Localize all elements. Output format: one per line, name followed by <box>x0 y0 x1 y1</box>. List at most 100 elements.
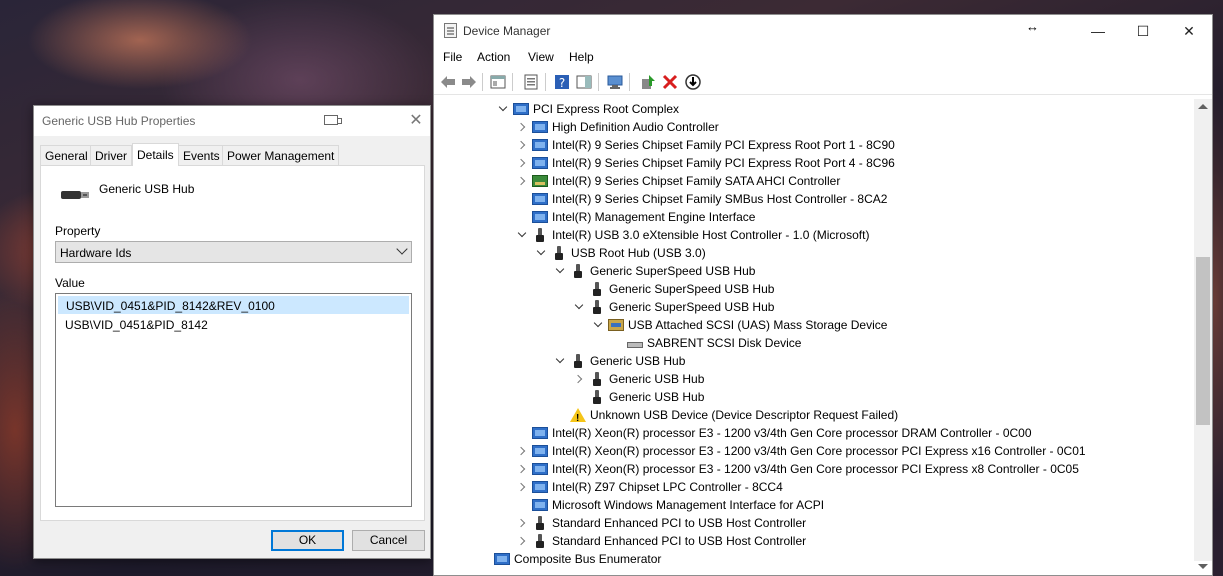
chevron-right-icon[interactable] <box>518 442 528 460</box>
svg-text:?: ? <box>559 76 565 90</box>
scan-hardware-icon[interactable] <box>606 73 624 91</box>
chevron-right-icon[interactable] <box>518 478 528 496</box>
chevron-right-icon[interactable] <box>518 118 528 136</box>
resize-cursor-icon: ↔ <box>1026 19 1039 34</box>
tree-node[interactable]: Standard Enhanced PCI to USB Host Contro… <box>434 532 1194 550</box>
chevron-down-icon[interactable] <box>537 244 547 262</box>
usb-icon <box>570 354 586 368</box>
chevron-right-icon[interactable] <box>518 460 528 478</box>
chevron-right-icon[interactable] <box>518 172 528 190</box>
expander-placeholder <box>518 496 528 514</box>
tree-node[interactable]: Generic USB Hub <box>434 388 1194 406</box>
chevron-down-icon[interactable] <box>556 262 566 280</box>
warning-icon <box>570 408 586 428</box>
tree-node-label: USB Attached SCSI (UAS) Mass Storage Dev… <box>628 318 888 332</box>
tree-node-label: Intel(R) 9 Series Chipset Family PCI Exp… <box>552 156 895 170</box>
tree-node[interactable]: Intel(R) 9 Series Chipset Family PCI Exp… <box>434 154 1194 172</box>
chevron-down-icon[interactable] <box>499 100 509 118</box>
tree-node[interactable]: High Definition Audio Controller <box>434 118 1194 136</box>
toolbar-separator <box>629 73 630 91</box>
pci-icon <box>532 121 548 133</box>
tree-node[interactable]: Generic USB Hub <box>434 370 1194 388</box>
back-arrow-icon[interactable] <box>439 73 457 91</box>
dm-titlebar[interactable]: Device Manager ↔ — ☐ ✕ <box>434 15 1212 47</box>
pci-icon <box>532 193 548 205</box>
dialog-close-button[interactable]: ✕ <box>406 112 426 130</box>
properties-icon[interactable] <box>522 73 540 91</box>
cancel-button[interactable]: Cancel <box>352 530 425 551</box>
tree-node[interactable]: Intel(R) 9 Series Chipset Family SMBus H… <box>434 190 1194 208</box>
tree-node[interactable]: Composite Bus Enumerator <box>434 550 1194 568</box>
help-icon[interactable]: ? <box>553 73 571 91</box>
toolbar-separator <box>545 73 546 91</box>
tree-node[interactable]: Unknown USB Device (Device Descriptor Re… <box>434 406 1194 428</box>
dialog-titlebar[interactable]: Generic USB Hub Properties ✕ <box>34 106 430 136</box>
scroll-up-icon[interactable] <box>1198 104 1208 109</box>
maximize-button[interactable]: ☐ <box>1128 21 1158 41</box>
tab-driver[interactable]: Driver <box>90 145 132 165</box>
update-driver-icon[interactable] <box>639 73 657 91</box>
property-dropdown[interactable]: Hardware Ids <box>55 241 412 263</box>
tab-details[interactable]: Details <box>132 143 179 166</box>
tree-node-label: Intel(R) Z97 Chipset LPC Controller - 8C… <box>552 480 783 494</box>
tree-node[interactable]: Generic USB Hub <box>434 352 1194 370</box>
tab-general[interactable]: General <box>40 145 93 165</box>
tab-events[interactable]: Events <box>178 145 225 165</box>
chevron-right-icon[interactable] <box>518 136 528 154</box>
menu-view[interactable]: View <box>528 50 554 64</box>
tree-node-label: Generic USB Hub <box>609 390 705 404</box>
chevron-down-icon[interactable] <box>518 226 528 244</box>
tree-node[interactable]: Intel(R) Z97 Chipset LPC Controller - 8C… <box>434 478 1194 496</box>
tree-node[interactable]: Standard Enhanced PCI to USB Host Contro… <box>434 514 1194 532</box>
tree-node[interactable]: Intel(R) Management Engine Interface <box>434 208 1194 226</box>
console-tree-icon[interactable] <box>489 73 507 91</box>
scroll-thumb[interactable] <box>1196 257 1210 425</box>
menu-help[interactable]: Help <box>569 50 594 64</box>
action-pane-icon[interactable] <box>575 73 593 91</box>
tree-node-label: Intel(R) Xeon(R) processor E3 - 1200 v3/… <box>552 462 1079 476</box>
tree-node[interactable]: Intel(R) 9 Series Chipset Family SATA AH… <box>434 172 1194 190</box>
scsi-icon <box>608 319 624 331</box>
expander-placeholder <box>480 550 490 568</box>
chevron-right-icon[interactable] <box>575 370 585 388</box>
ok-button[interactable]: OK <box>271 530 344 551</box>
chevron-right-icon[interactable] <box>518 514 528 532</box>
tree-node[interactable]: SABRENT SCSI Disk Device <box>434 334 1194 352</box>
tree-node[interactable]: Intel(R) USB 3.0 eXtensible Host Control… <box>434 226 1194 244</box>
tree-node[interactable]: PCI Express Root Complex <box>434 100 1194 118</box>
scroll-down-icon[interactable] <box>1198 564 1208 569</box>
restore-icon[interactable] <box>324 115 342 125</box>
chevron-down-icon[interactable] <box>556 352 566 370</box>
tree-node[interactable]: Intel(R) Xeon(R) processor E3 - 1200 v3/… <box>434 460 1194 478</box>
chevron-right-icon[interactable] <box>518 154 528 172</box>
value-row[interactable]: USB\VID_0451&PID_8142 <box>58 316 409 334</box>
usb-icon <box>589 390 605 404</box>
tree-node[interactable]: USB Attached SCSI (UAS) Mass Storage Dev… <box>434 316 1194 334</box>
disk-icon <box>627 342 643 348</box>
tree-node[interactable]: Intel(R) Xeon(R) processor E3 - 1200 v3/… <box>434 442 1194 460</box>
tree-node[interactable]: Generic SuperSpeed USB Hub <box>434 298 1194 316</box>
tree-node[interactable]: Intel(R) 9 Series Chipset Family PCI Exp… <box>434 136 1194 154</box>
value-list[interactable]: USB\VID_0451&PID_8142&REV_0100 USB\VID_0… <box>55 293 412 507</box>
disable-device-icon[interactable] <box>684 73 702 91</box>
forward-arrow-icon[interactable] <box>460 73 478 91</box>
minimize-button[interactable]: — <box>1083 21 1113 41</box>
device-tree[interactable]: PCI Express Root Complex High Definition … <box>434 99 1196 576</box>
menu-file[interactable]: File <box>443 50 462 64</box>
vertical-scrollbar[interactable] <box>1194 99 1212 569</box>
pci-icon <box>532 463 548 475</box>
tree-node[interactable]: Generic SuperSpeed USB Hub <box>434 280 1194 298</box>
tree-node[interactable]: Generic SuperSpeed USB Hub <box>434 262 1194 280</box>
tree-node-label: Standard Enhanced PCI to USB Host Contro… <box>552 516 807 530</box>
chevron-down-icon[interactable] <box>594 316 604 334</box>
chevron-right-icon[interactable] <box>518 532 528 550</box>
menu-action[interactable]: Action <box>477 50 510 64</box>
tab-power-management[interactable]: Power Management <box>222 145 340 165</box>
close-button[interactable]: ✕ <box>1174 21 1204 41</box>
tree-node[interactable]: Microsoft Windows Management Interface f… <box>434 496 1194 514</box>
value-row[interactable]: USB\VID_0451&PID_8142&REV_0100 <box>58 296 409 314</box>
tree-node[interactable]: Intel(R) Xeon(R) processor E3 - 1200 v3/… <box>434 424 1194 442</box>
uninstall-icon[interactable] <box>661 73 679 91</box>
chevron-down-icon[interactable] <box>575 298 585 316</box>
tree-node[interactable]: USB Root Hub (USB 3.0) <box>434 244 1194 262</box>
